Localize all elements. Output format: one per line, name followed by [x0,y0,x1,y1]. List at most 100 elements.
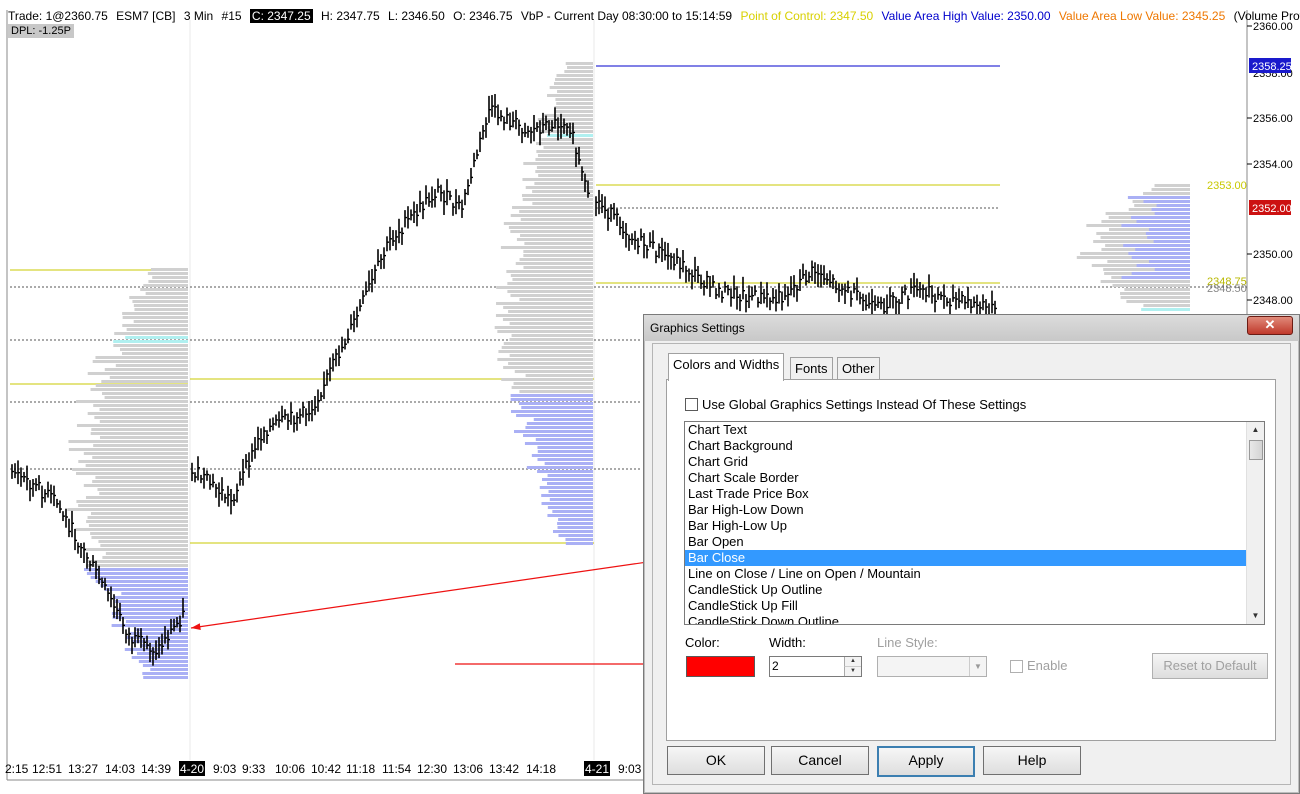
volume-profile-bar [539,486,593,489]
list-item[interactable]: Bar Close [685,550,1246,566]
volume-profile-bar [95,384,188,387]
reset-default-button[interactable]: Reset to Default [1152,653,1268,679]
volume-profile-bar [549,86,593,89]
volume-profile-bar [148,280,188,283]
graphics-element-list[interactable]: Chart Text Chart Background Chart Grid Char… [684,421,1265,625]
volume-profile-bar [1148,228,1190,231]
volume-profile-bar [510,394,593,397]
volume-profile-bar [531,454,593,457]
volume-profile-bar [115,600,188,603]
list-item[interactable]: Chart Scale Border [685,470,1246,486]
line-style-dropdown[interactable]: ▼ [877,656,987,677]
enable-label: Enable [1027,658,1068,673]
volume-profile-bar [519,298,593,301]
list-item[interactable]: CandleStick Up Fill [685,598,1246,614]
volume-profile-bar [88,524,188,527]
volume-profile-bar [1123,244,1190,247]
list-item[interactable]: CandleStick Down Outline [685,614,1246,624]
color-swatch[interactable] [686,656,755,677]
volume-profile-bar [565,542,593,545]
volume-profile-bar [1141,308,1190,311]
volume-profile-bar [537,450,593,453]
list-item[interactable]: Chart Text [685,422,1246,438]
list-item[interactable]: Chart Grid [685,454,1246,470]
volume-profile-bar [99,408,188,411]
volume-profile-bar [143,284,188,287]
volume-profile-bar [142,664,188,667]
time-tick-label: 10:06 [275,762,305,776]
volume-profile-bar [510,230,593,233]
volume-profile-bar [99,420,188,423]
volume-profile-bar [564,70,593,73]
list-item[interactable]: Bar High-Low Up [685,518,1246,534]
enable-checkbox[interactable] [1010,660,1023,673]
volume-profile-bar [91,536,188,539]
volume-profile-bar [115,364,188,367]
volume-profile-bar [99,436,188,439]
dialog-title-bar[interactable]: Graphics Settings ✕ [644,315,1299,341]
close-icon[interactable]: ✕ [1247,316,1293,335]
volume-profile-bar [537,446,593,449]
volume-profile-bar [133,304,188,307]
tab-other[interactable]: Other [837,357,880,380]
volume-profile-bar [497,330,593,333]
volume-profile-bar [510,274,593,277]
volume-profile-bar [138,660,188,663]
list-item[interactable]: Last Trade Price Box [685,486,1246,502]
volume-profile-bar [547,482,593,485]
volume-profile-bar [93,444,188,447]
chevron-down-icon[interactable]: ▼ [969,657,986,676]
line-style-label: Line Style: [877,635,938,650]
volume-profile-bar [114,332,188,335]
scroll-down-icon[interactable]: ▼ [1247,608,1264,624]
volume-profile-bar [140,288,188,291]
high-value: H: 2347.75 [320,9,380,23]
time-tick-label: 10:42 [311,762,341,776]
volume-profile-bar [75,528,188,531]
tab-fonts[interactable]: Fonts [790,357,833,380]
spin-up-icon[interactable]: ▲ [844,657,861,666]
volume-profile-bar [86,520,188,523]
volume-profile-bar [557,526,593,529]
volume-profile-bar [117,608,188,611]
width-spinner[interactable]: ▲ ▼ [769,656,862,677]
volume-profile-bar [496,286,593,289]
volume-profile-bar [93,404,188,407]
cancel-button[interactable]: Cancel [771,746,869,775]
volume-profile-bar [521,406,593,409]
time-tick-label: 14:18 [526,762,556,776]
volume-profile-bar [558,518,593,521]
tab-colors-and-widths[interactable]: Colors and Widths [668,353,785,381]
scroll-up-icon[interactable]: ▲ [1247,422,1264,438]
list-item[interactable]: Chart Background [685,438,1246,454]
volume-profile-bar [101,380,188,383]
volume-profile-bar [87,516,188,519]
graphics-settings-dialog: Graphics Settings ✕ Colors and Widths Fo… [643,314,1300,794]
volume-profile-bar [114,596,188,599]
volume-profile-bar [544,462,593,465]
width-input[interactable] [772,658,842,673]
list-item[interactable]: CandleStick Up Outline [685,582,1246,598]
chart-header: Trade: 1@2360.75 ESM7 [CB] 3 Min #15 C: … [8,8,1300,24]
volume-profile-bar [120,604,188,607]
global-settings-checkbox[interactable] [685,398,698,411]
help-button[interactable]: Help [983,746,1081,775]
volume-profile-bar [537,458,593,461]
volume-profile-bar [76,500,188,503]
list-item[interactable]: Bar Open [685,534,1246,550]
list-item[interactable]: Bar High-Low Down [685,502,1246,518]
time-tick-label: 13:42 [489,762,519,776]
spin-down-icon[interactable]: ▼ [844,666,861,676]
volume-profile-bar [1148,260,1190,263]
apply-button[interactable]: Apply [877,746,975,777]
price-tick-label: 2354.00 [1253,159,1293,171]
volume-profile-bar [496,302,593,305]
scroll-thumb[interactable] [1249,440,1263,460]
list-scrollbar[interactable]: ▲ ▼ [1246,422,1264,624]
list-item[interactable]: Line on Close / Line on Open / Mountain [685,566,1246,582]
volume-profile-bar [98,540,188,543]
volume-profile-bar [506,270,593,273]
volume-profile-bar [555,98,593,101]
volume-profile-bar [514,370,593,373]
ok-button[interactable]: OK [667,746,765,775]
